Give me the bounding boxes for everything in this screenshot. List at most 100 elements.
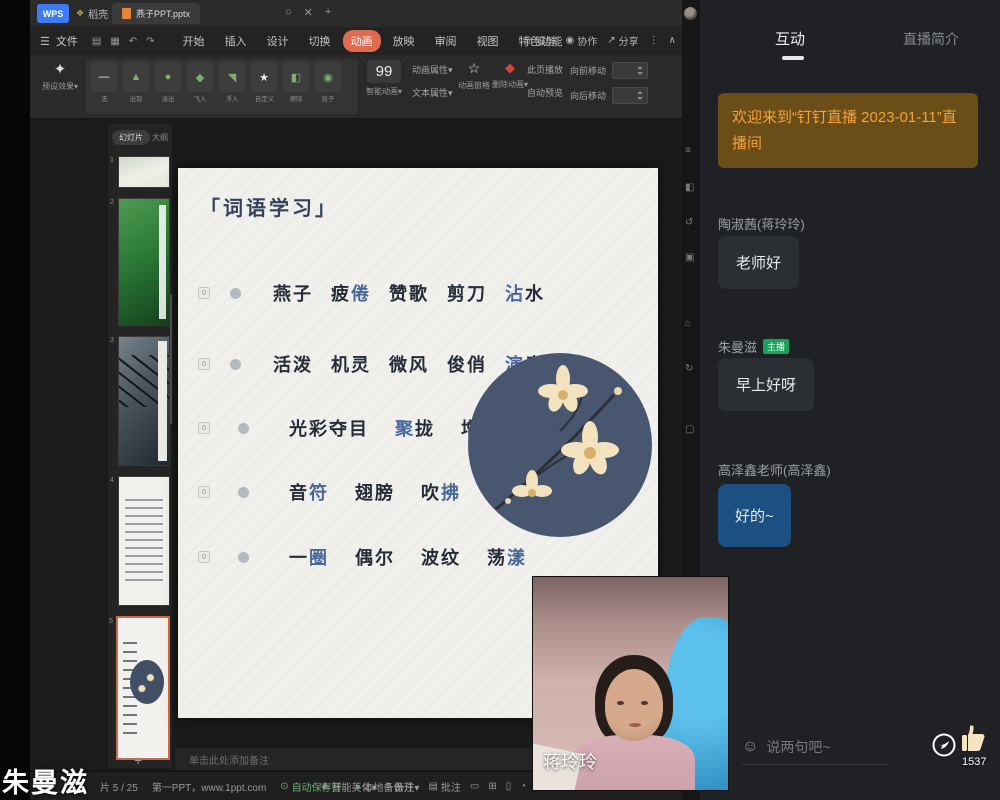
- document-tab[interactable]: 燕子PPT.pptx: [112, 3, 200, 24]
- slide-thumbnail-4[interactable]: 4: [118, 476, 170, 606]
- toolbar-button-此页播放[interactable]: 此页播放: [527, 63, 563, 76]
- animation-pane-label: 动画窗格: [458, 80, 490, 91]
- tab-outline[interactable]: 大纲: [152, 132, 168, 143]
- slide-thumbnail-5[interactable]: 5: [116, 616, 170, 760]
- ribbon-tab-插入[interactable]: 插入: [217, 30, 255, 52]
- close-icon[interactable]: ✕: [304, 6, 313, 19]
- animation-preset-浮入[interactable]: ◥浮入: [218, 62, 246, 111]
- status-tool[interactable]: ▭: [470, 779, 479, 794]
- status-tool[interactable]: ◔: [520, 779, 526, 794]
- animation-preset-无[interactable]: —无: [90, 62, 118, 111]
- animation-pane-button[interactable]: ☆ 动画窗格: [458, 60, 490, 91]
- delete-animation-button[interactable]: ◆ 删除动画▾: [492, 60, 528, 90]
- refresh-icon[interactable]: ↻: [685, 363, 693, 374]
- save-icon[interactable]: ▤: [92, 36, 101, 47]
- status-right-items: ◈智能美化▾≡备注▾▤批注▭⊞▯◔▶: [321, 779, 552, 794]
- dingtalk-logo-icon[interactable]: [932, 733, 956, 757]
- collapse-ribbon-icon[interactable]: ∧: [669, 35, 676, 46]
- like-thumbs-up-button[interactable]: [960, 724, 988, 754]
- redo-icon[interactable]: ↷: [146, 36, 154, 47]
- undo-icon[interactable]: ↺: [685, 217, 693, 228]
- status-tool-label: 批注: [441, 779, 461, 794]
- undo-icon[interactable]: ↶: [129, 36, 137, 47]
- ribbon-tab-放映[interactable]: 放映: [385, 30, 423, 52]
- ribbon-tab-审阅[interactable]: 审阅: [427, 30, 465, 52]
- print-icon[interactable]: ▦: [110, 36, 119, 47]
- animation-preset-出现[interactable]: ▲ 出现: [122, 62, 150, 111]
- ribbon-button-协作[interactable]: ◉协作: [566, 33, 598, 48]
- vocab-word: 荡漾: [487, 544, 527, 570]
- animation-toolbar: ✦ 预设效果▾ —无 ▲ 出现 ●淡出◆飞入◥浮入★自定义◧擦除◉轮子 99 智能动画…: [30, 55, 682, 119]
- tab-live-intro[interactable]: 直播简介: [903, 29, 959, 49]
- animation-preset-label: 淡出: [162, 95, 175, 104]
- live-chat-panel: 互动 直播简介 欢迎来到“钉钉直播 2023-01-11”直播间 陶淑茜(蒋玲玲…: [700, 0, 1000, 800]
- reorder-stepper[interactable]: [612, 87, 648, 104]
- eye: [617, 701, 624, 705]
- preset-effects-button[interactable]: ✦ 预设效果▾: [38, 60, 82, 92]
- thumbnail-preview: [119, 477, 169, 605]
- vocab-word: 微风: [389, 351, 429, 377]
- animation-preset-label: 飞入: [194, 95, 207, 104]
- animation-order-badge: 0: [198, 358, 210, 370]
- ribbon-button-服务[interactable]: ◎服务: [524, 33, 556, 48]
- status-tool[interactable]: ▤批注: [428, 779, 460, 794]
- more-icon[interactable]: ⋮: [649, 35, 659, 46]
- ribbon-tab-视图[interactable]: 视图: [469, 30, 507, 52]
- reorder-stepper[interactable]: [612, 62, 648, 79]
- ribbon-tab-动画[interactable]: 动画: [343, 30, 381, 52]
- store-tab[interactable]: ❖ 稻壳: [76, 6, 108, 21]
- animation-preset-擦除[interactable]: ◧擦除: [282, 62, 310, 111]
- animation-order-badge: 0: [198, 287, 210, 299]
- new-tab-icon[interactable]: +: [325, 6, 331, 19]
- home-icon[interactable]: ⌂: [685, 318, 691, 329]
- ribbon-tab-切换[interactable]: 切换: [301, 30, 339, 52]
- chat-sender-name: 朱曼滋主播: [718, 337, 789, 356]
- webcam-video-overlay[interactable]: 蒋玲玲: [533, 577, 728, 790]
- wps-logo[interactable]: WPS: [37, 4, 69, 23]
- like-count: 1537: [962, 756, 986, 768]
- toolbar-button-自动预览[interactable]: 自动预览: [527, 86, 563, 99]
- animation-preset-轮子[interactable]: ◉轮子: [314, 62, 342, 111]
- ribbon-button-分享[interactable]: ↗分享: [607, 33, 638, 48]
- slide-thumbnail-1[interactable]: 1: [118, 156, 170, 188]
- menu-icon[interactable]: ≡: [685, 145, 691, 156]
- pen-icon[interactable]: ◧: [685, 182, 694, 193]
- new-slide-button[interactable]: +: [134, 752, 142, 768]
- board-icon[interactable]: ▣: [685, 252, 694, 263]
- status-item[interactable]: 片 5 / 25: [100, 779, 138, 794]
- store-icon: ❖: [76, 8, 84, 19]
- status-tool-icon: ≡: [386, 781, 392, 792]
- status-tool[interactable]: ⊞: [488, 779, 496, 794]
- status-tool[interactable]: ≡备注▾: [386, 779, 420, 794]
- smart-animation-button[interactable]: 99 智能动画▾: [364, 60, 404, 97]
- tab-slides[interactable]: 幻灯片: [112, 130, 150, 145]
- file-menu[interactable]: 文件: [56, 33, 78, 49]
- toolbar-button-动画属性▾[interactable]: 动画属性▾: [412, 63, 453, 76]
- ribbon-tabs: 开始插入设计切换动画放映审阅视图特色功能: [175, 30, 571, 52]
- hamburger-icon[interactable]: ☰: [40, 35, 50, 48]
- emoji-icon[interactable]: ☺: [742, 738, 758, 756]
- status-tool[interactable]: ▯: [506, 779, 512, 794]
- vocab-word: 聚拢: [395, 415, 435, 441]
- animation-preset-label: 擦除: [290, 95, 303, 104]
- ribbon-tab-设计[interactable]: 设计: [259, 30, 297, 52]
- animation-preset-飞入[interactable]: ◆飞入: [186, 62, 214, 111]
- refresh-icon[interactable]: ○: [285, 6, 292, 19]
- vocab-word: 赞歌: [389, 280, 429, 306]
- thumbnail-list: 1 2345: [108, 150, 172, 770]
- preset-glyph: ▲: [131, 71, 142, 83]
- status-item[interactable]: 第一PPT，www.1ppt.com: [152, 779, 266, 794]
- slide-thumbnail-3[interactable]: 3: [118, 336, 170, 466]
- chat-input[interactable]: ☺ 说两句吧~: [742, 737, 831, 757]
- slide-thumbnail-2[interactable]: 2: [118, 198, 170, 326]
- tab-interaction[interactable]: 互动: [775, 28, 805, 49]
- avatar[interactable]: [684, 7, 697, 20]
- animation-preset-自定义[interactable]: ★自定义: [250, 62, 278, 111]
- stop-icon[interactable]: ▢: [685, 424, 694, 435]
- ribbon-tab-开始[interactable]: 开始: [175, 30, 213, 52]
- toolbar-button-文本属性▾[interactable]: 文本属性▾: [412, 86, 453, 99]
- animation-preset-淡出[interactable]: ●淡出: [154, 62, 182, 111]
- animation-preset-label: 出现: [130, 95, 143, 104]
- status-tool[interactable]: ◈智能美化▾: [321, 779, 377, 794]
- animation-preset-label: 无: [101, 95, 107, 104]
